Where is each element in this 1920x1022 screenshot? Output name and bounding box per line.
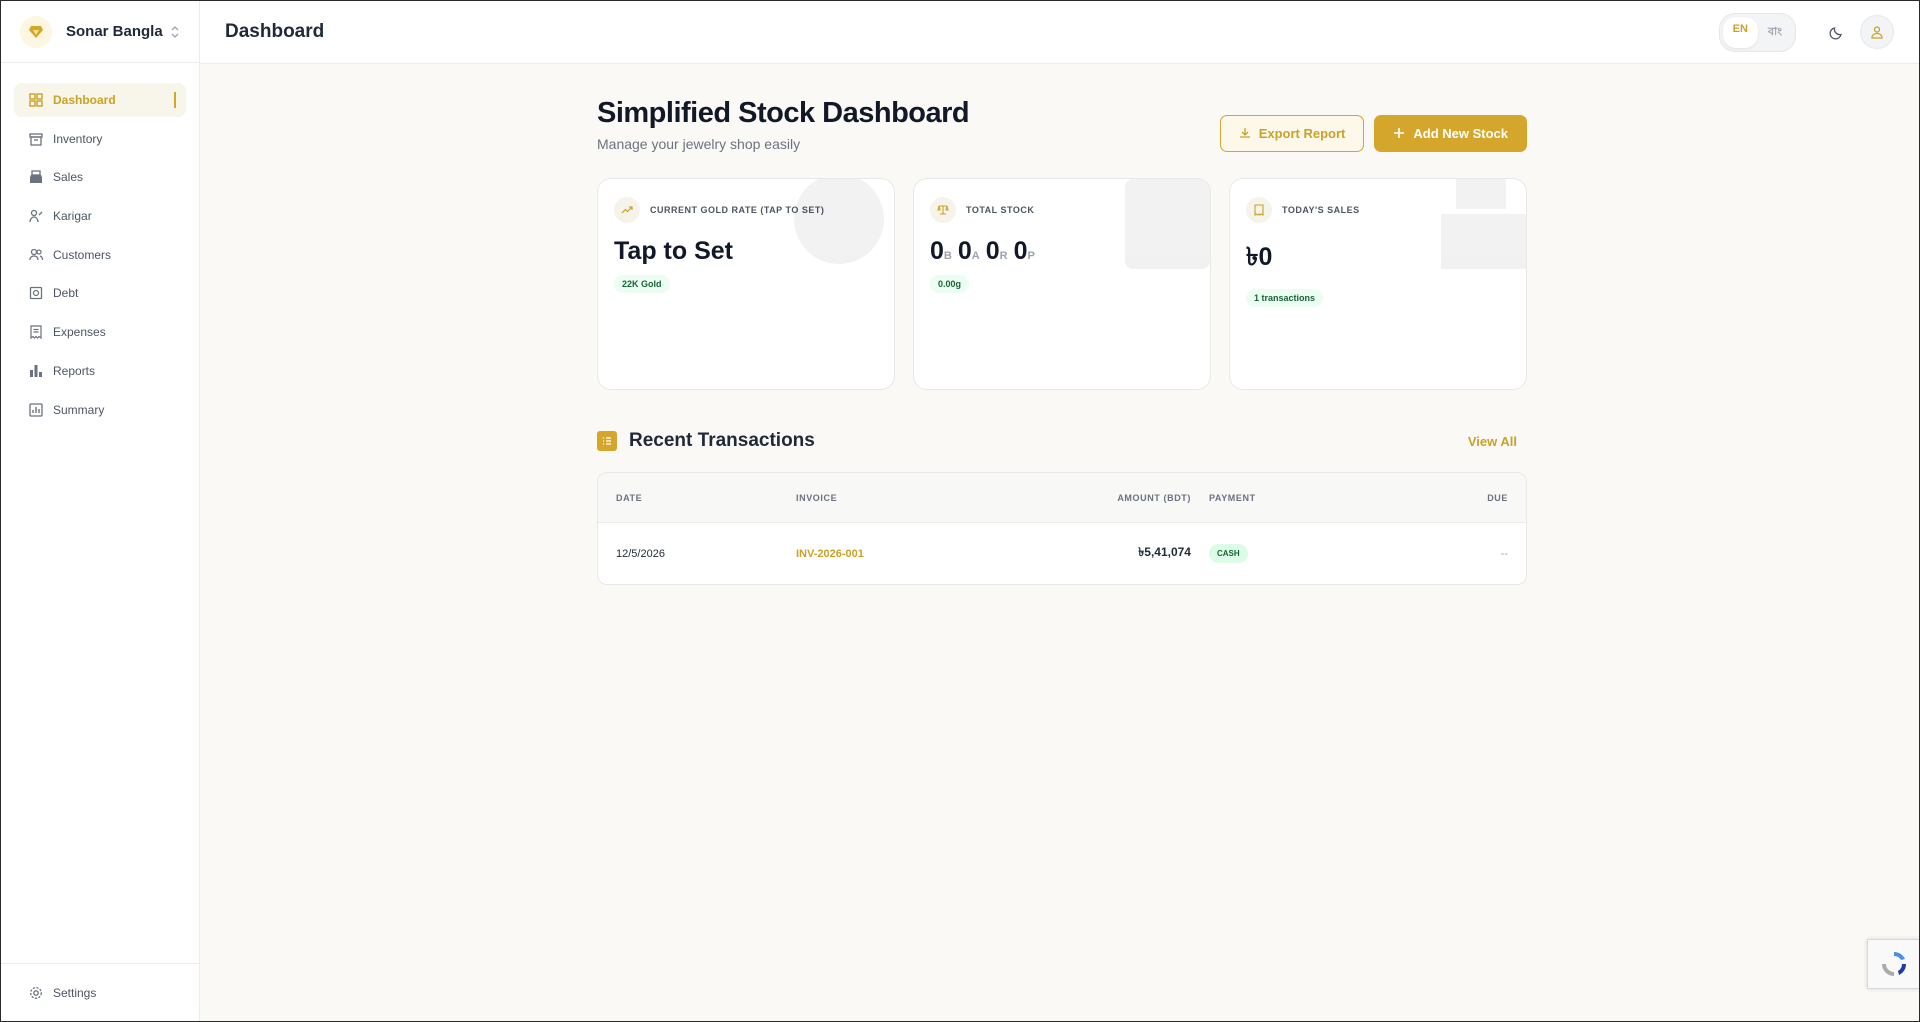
stock-rati: 0 bbox=[985, 237, 1000, 265]
stock-ana: 0 bbox=[957, 237, 972, 265]
transactions-count-badge: 1 transactions bbox=[1246, 289, 1324, 307]
sidebar-item-label: Dashboard bbox=[53, 93, 116, 107]
sidebar-item-label: Summary bbox=[53, 402, 105, 417]
export-report-button[interactable]: Export Report bbox=[1219, 115, 1365, 152]
user-avatar-button[interactable] bbox=[1860, 15, 1894, 49]
todays-sales-label: TODAY'S SALES bbox=[1282, 205, 1360, 215]
add-new-stock-button[interactable]: Add New Stock bbox=[1374, 115, 1527, 152]
download-icon bbox=[1239, 126, 1251, 142]
sidebar-item-expenses[interactable]: Expenses bbox=[14, 315, 186, 349]
trend-up-icon bbox=[614, 197, 640, 223]
payment-badge: CASH bbox=[1209, 544, 1248, 563]
total-stock-label: TOTAL STOCK bbox=[966, 205, 1035, 215]
sidebar-item-dashboard[interactable]: Dashboard bbox=[14, 83, 186, 117]
stock-grams-badge: 0.00g bbox=[930, 275, 970, 293]
column-header-date: DATE bbox=[616, 492, 643, 503]
sidebar-item-customers[interactable]: Customers bbox=[14, 238, 186, 272]
main-content: Simplified Stock Dashboard Manage your j… bbox=[597, 97, 1527, 585]
bar-chart-icon bbox=[28, 363, 43, 378]
page-title: Dashboard bbox=[225, 21, 325, 42]
register-icon bbox=[28, 170, 43, 185]
table-row[interactable]: 12/5/2026 INV-2026-001 ৳5,41,074 CASH -- bbox=[598, 523, 1526, 584]
table-header: DATE INVOICE AMOUNT (BDT) PAYMENT DUE bbox=[598, 473, 1526, 523]
sidebar-item-karigar[interactable]: Karigar bbox=[14, 199, 186, 233]
cell-amount: ৳5,41,074 bbox=[1138, 544, 1191, 559]
sidebar-item-label: Karigar bbox=[53, 209, 92, 224]
dollar-bg-icon bbox=[794, 179, 884, 264]
sidebar-item-inventory[interactable]: Inventory bbox=[14, 122, 186, 156]
archive-icon bbox=[28, 131, 43, 146]
chevron-up-down-icon bbox=[170, 25, 180, 39]
sidebar-nav: Dashboard Inventory Sales Karigar Custom… bbox=[1, 63, 199, 427]
register-bg-icon bbox=[1441, 179, 1526, 269]
stock-point-unit: P bbox=[1027, 250, 1035, 262]
box-bg-icon bbox=[1125, 179, 1210, 269]
export-report-label: Export Report bbox=[1258, 126, 1346, 141]
dashboard-subtitle: Manage your jewelry shop easily bbox=[597, 136, 801, 152]
column-header-due: DUE bbox=[1487, 492, 1508, 503]
language-toggle: EN বাং bbox=[1718, 12, 1796, 52]
grid-icon bbox=[28, 93, 43, 108]
recent-transactions-header: Recent Transactions View All bbox=[597, 430, 1527, 452]
user-icon bbox=[1871, 26, 1883, 39]
sidebar-item-label: Customers bbox=[53, 247, 112, 262]
moon-icon[interactable] bbox=[1820, 16, 1852, 48]
sidebar-item-summary[interactable]: Summary bbox=[14, 393, 186, 427]
total-stock-card: TOTAL STOCK 0B 0A 0R 0P 0.00g bbox=[913, 178, 1211, 390]
gem-icon bbox=[20, 15, 52, 48]
stock-ana-unit: A bbox=[971, 250, 980, 262]
plus-icon bbox=[1393, 126, 1405, 142]
view-all-link[interactable]: View All bbox=[1468, 434, 1517, 449]
wallet-icon bbox=[28, 286, 43, 301]
topbar: Dashboard EN বাং bbox=[200, 1, 1919, 64]
gold-rate-card[interactable]: CURRENT GOLD RATE (TAP TO SET) Tap to Se… bbox=[597, 178, 895, 390]
column-header-invoice: INVOICE bbox=[796, 492, 838, 503]
brand-switcher[interactable]: Sonar Bangla bbox=[1, 1, 199, 63]
stock-rati-unit: R bbox=[999, 250, 1008, 262]
recaptcha-icon bbox=[1881, 951, 1906, 976]
recaptcha-badge[interactable] bbox=[1867, 939, 1919, 989]
sidebar-item-label: Reports bbox=[53, 363, 96, 378]
sidebar-item-label: Settings bbox=[53, 986, 97, 1000]
users-icon bbox=[28, 247, 43, 262]
lang-en-button[interactable]: EN bbox=[1722, 16, 1758, 48]
gear-icon bbox=[28, 986, 43, 1001]
sidebar-item-debt[interactable]: Debt bbox=[14, 276, 186, 310]
sidebar-item-reports[interactable]: Reports bbox=[14, 354, 186, 388]
brand-name: Sonar Bangla bbox=[66, 23, 163, 40]
sidebar-item-settings[interactable]: Settings bbox=[14, 976, 186, 1010]
sidebar: Sonar Bangla Dashboard Inventory Sales K… bbox=[1, 1, 200, 1021]
column-header-amount: AMOUNT (BDT) bbox=[1117, 492, 1191, 503]
stock-bhori-unit: B bbox=[943, 250, 952, 262]
sidebar-item-label: Inventory bbox=[53, 131, 103, 146]
gold-karat-badge: 22K Gold bbox=[614, 275, 670, 293]
cell-due: -- bbox=[1500, 547, 1508, 560]
sidebar-item-sales[interactable]: Sales bbox=[14, 160, 186, 194]
summary-chart-icon bbox=[28, 402, 43, 417]
receipt-icon bbox=[28, 325, 43, 340]
sidebar-item-label: Debt bbox=[53, 286, 79, 301]
cell-date: 12/5/2026 bbox=[616, 547, 665, 560]
todays-sales-card: TODAY'S SALES ৳0 1 transactions bbox=[1229, 178, 1527, 390]
sidebar-item-label: Sales bbox=[53, 170, 84, 185]
column-header-payment: PAYMENT bbox=[1209, 492, 1256, 503]
lang-bn-button[interactable]: বাং bbox=[1758, 17, 1792, 48]
sidebar-footer: Settings bbox=[1, 963, 199, 1021]
cell-payment: CASH bbox=[1191, 544, 1321, 563]
stat-cards: CURRENT GOLD RATE (TAP TO SET) Tap to Se… bbox=[597, 178, 1527, 390]
sidebar-item-label: Expenses bbox=[53, 325, 106, 340]
worker-icon bbox=[28, 209, 43, 224]
header-actions: Export Report Add New Stock bbox=[1219, 115, 1527, 152]
add-new-stock-label: Add New Stock bbox=[1413, 126, 1508, 141]
stock-point: 0 bbox=[1013, 237, 1028, 265]
page-header: Simplified Stock Dashboard Manage your j… bbox=[597, 97, 1527, 152]
list-icon bbox=[597, 431, 617, 451]
dashboard-heading: Simplified Stock Dashboard bbox=[597, 97, 970, 129]
transactions-table: DATE INVOICE AMOUNT (BDT) PAYMENT DUE 12… bbox=[597, 472, 1527, 585]
cell-invoice-link[interactable]: INV-2026-001 bbox=[796, 548, 956, 560]
section-title: Recent Transactions bbox=[629, 430, 815, 451]
stock-bhori: 0 bbox=[930, 237, 944, 265]
scale-icon bbox=[930, 197, 956, 223]
receipt-icon bbox=[1246, 197, 1272, 223]
